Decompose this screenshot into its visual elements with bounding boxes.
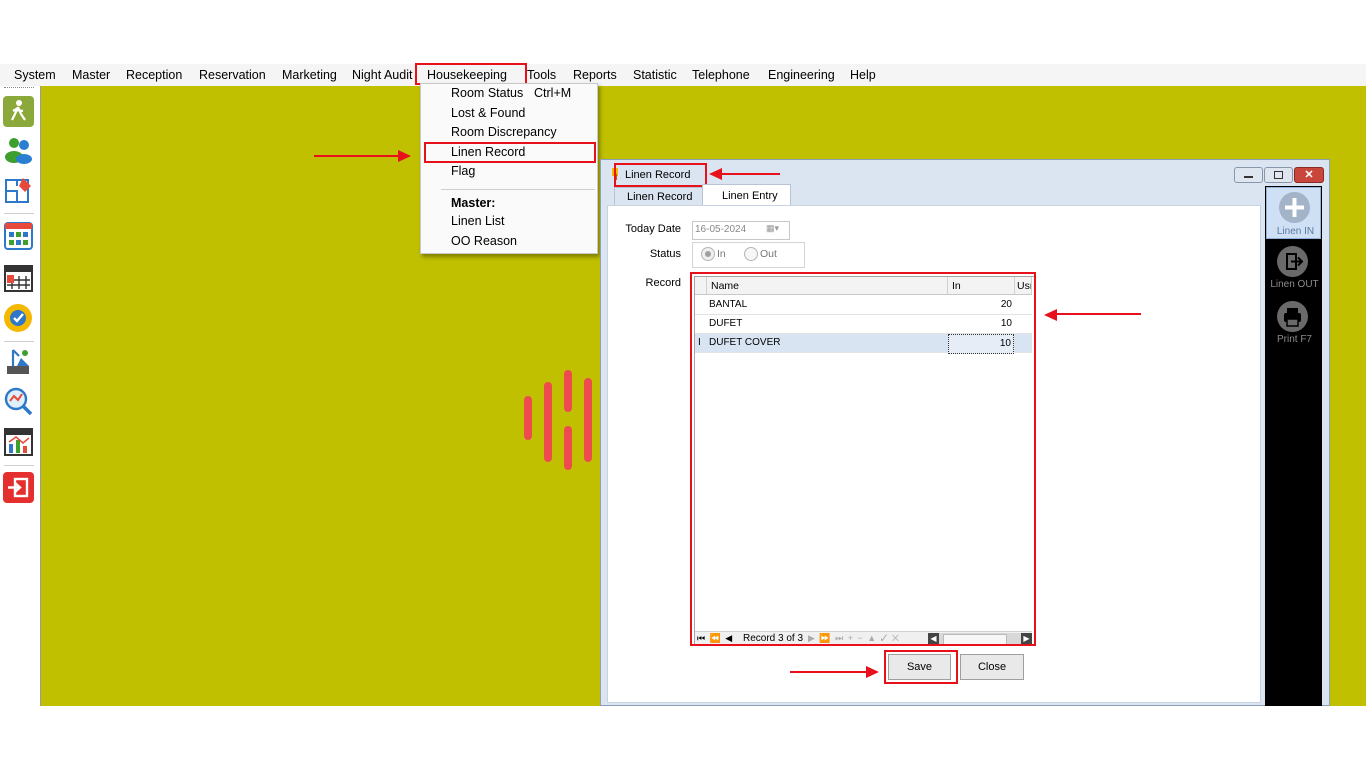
guests-icon[interactable] (3, 134, 34, 165)
close-icon: ✕ (1304, 169, 1314, 181)
annotation-arrowhead (1044, 309, 1057, 321)
close-button[interactable]: Close (960, 654, 1024, 680)
dropdown-item-oo-reason[interactable]: OO Reason (451, 233, 517, 249)
linen-in-label: Linen IN (1276, 226, 1315, 237)
logo-bar (524, 396, 532, 440)
restore-button[interactable] (1264, 167, 1293, 183)
housekeeping-highlight (415, 63, 527, 85)
linen-in-button[interactable]: Linen IN (1266, 187, 1321, 239)
print-button[interactable]: Print F7 (1266, 299, 1321, 351)
status-label: Status (649, 248, 681, 260)
annotation-arrowhead (709, 168, 722, 180)
status-in-radio[interactable] (701, 247, 715, 261)
dropdown-item-lost-found[interactable]: Lost & Found (451, 105, 525, 121)
tab-linen-entry[interactable]: Linen Entry (702, 184, 791, 207)
menu-tools[interactable]: Tools (527, 67, 556, 83)
printer-icon (1277, 301, 1308, 332)
logo-bar (564, 370, 572, 412)
housekeeping-cleaning-icon[interactable] (3, 346, 34, 377)
dropdown-item-linen-list[interactable]: Linen List (451, 213, 505, 229)
toolbar-grip (4, 87, 34, 88)
menu-engineering[interactable]: Engineering (768, 67, 835, 83)
status-out-label: Out (760, 248, 777, 260)
print-label: Print F7 (1276, 334, 1312, 345)
side-action-panel: Linen IN Linen OUT Print F7 (1265, 186, 1322, 706)
room-grid-icon[interactable] (3, 220, 34, 251)
restore-icon (1274, 171, 1283, 179)
dropdown-item-room-discrepancy[interactable]: Room Discrepancy (451, 124, 557, 140)
linen-out-button[interactable]: Linen OUT (1266, 244, 1321, 296)
calendar-icon[interactable] (3, 262, 34, 293)
search-analytics-icon[interactable] (3, 386, 34, 417)
menu-help[interactable]: Help (850, 67, 876, 83)
close-window-button[interactable]: ✕ (1294, 167, 1324, 183)
today-date-field[interactable]: 16-05-2024 ▦▾ (692, 221, 790, 240)
menu-statistic[interactable]: Statistic (633, 67, 677, 83)
logo-bar (584, 378, 592, 462)
menu-system[interactable]: System (14, 67, 56, 83)
record-label: Record (645, 277, 681, 289)
annotation-arrowhead (866, 666, 879, 678)
window-title-highlight (614, 163, 707, 187)
floor-plan-icon[interactable] (3, 174, 34, 205)
menu-marketing[interactable]: Marketing (282, 67, 337, 83)
logo-bar (544, 382, 552, 462)
save-highlight (884, 650, 958, 684)
annotation-arrowhead (398, 150, 411, 162)
report-chart-icon[interactable] (3, 426, 34, 457)
menu-night-audit[interactable]: Night Audit (352, 67, 412, 83)
today-date-value: 16-05-2024 (695, 224, 747, 235)
exit-icon[interactable] (3, 472, 34, 503)
dropdown-section-title: Master: (451, 196, 496, 210)
grid-highlight (690, 272, 1036, 646)
dropdown-item-flag[interactable]: Flag (451, 163, 475, 179)
menu-reception[interactable]: Reception (126, 67, 182, 83)
dropdown-shortcut-room-status: Ctrl+M (534, 86, 572, 100)
exit-door-icon (1277, 246, 1308, 277)
annotation-arrow (314, 155, 404, 157)
menu-master[interactable]: Master (72, 67, 110, 83)
calendar-dropdown-icon[interactable]: ▦▾ (766, 223, 779, 234)
dropdown-item-room-status[interactable]: Room Status (451, 85, 523, 101)
logo-bar (564, 426, 572, 470)
walk-in-icon[interactable] (3, 96, 34, 127)
annotation-arrow (1056, 313, 1141, 315)
minimize-button[interactable] (1234, 167, 1263, 183)
checklist-badge-icon[interactable] (3, 302, 34, 333)
status-in-label: In (717, 248, 726, 260)
plus-icon (1279, 192, 1310, 223)
tab-linen-entry-label: Linen Entry (722, 190, 778, 202)
menu-telephone[interactable]: Telephone (692, 67, 750, 83)
today-date-label: Today Date (625, 223, 681, 235)
annotation-arrow (790, 671, 872, 673)
menu-reservation[interactable]: Reservation (199, 67, 266, 83)
tab-linen-record-label: Linen Record (627, 191, 693, 203)
menu-reports[interactable]: Reports (573, 67, 617, 83)
linen-record-highlight (424, 142, 596, 163)
linen-out-label: Linen OUT (1270, 279, 1319, 290)
annotation-arrow (720, 173, 780, 175)
tab-linen-record[interactable]: Linen Record (614, 187, 703, 206)
minimize-icon (1244, 176, 1253, 178)
status-out-radio[interactable] (744, 247, 758, 261)
